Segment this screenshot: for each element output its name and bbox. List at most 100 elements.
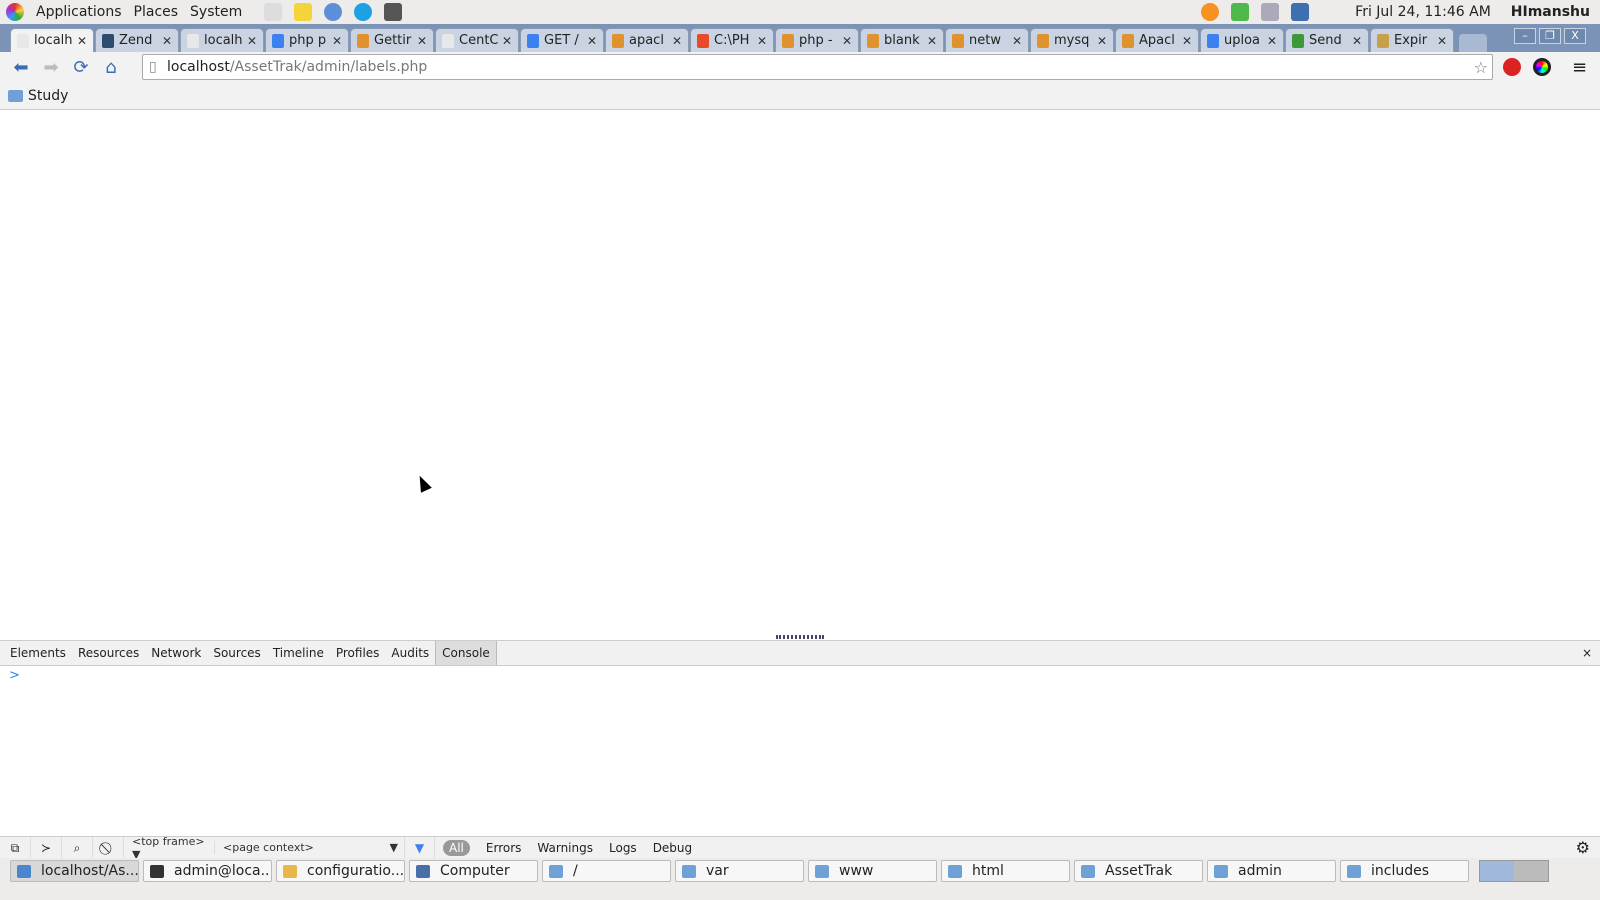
color-picker-extension-icon[interactable] xyxy=(1533,58,1551,76)
dock-icon[interactable]: ⧉ xyxy=(0,836,31,859)
close-tab-icon[interactable]: ✕ xyxy=(1437,34,1447,48)
close-tab-icon[interactable]: ✕ xyxy=(247,34,257,48)
frame-select[interactable]: <top frame> ▼ xyxy=(124,835,214,861)
clock[interactable]: Fri Jul 24, 11:46 AM xyxy=(1355,4,1491,20)
close-tab-icon[interactable]: ✕ xyxy=(1012,34,1022,48)
taskbar-item[interactable]: configuratio... xyxy=(276,860,405,882)
back-button[interactable]: ⬅ xyxy=(6,57,36,78)
devtools-tab-sources[interactable]: Sources xyxy=(207,641,266,665)
browser-tab[interactable]: blank ✕ xyxy=(860,28,944,52)
gnome-foot-icon[interactable] xyxy=(6,3,24,21)
filter-errors[interactable]: Errors xyxy=(478,841,530,855)
bookmark-star-icon[interactable]: ☆ xyxy=(1474,58,1488,77)
network-icon[interactable] xyxy=(1291,3,1310,21)
menu-system[interactable]: System xyxy=(184,4,248,20)
browser-tab[interactable]: uploa ✕ xyxy=(1200,28,1284,52)
menu-applications[interactable]: Applications xyxy=(30,4,128,20)
devtools-tab-network[interactable]: Network xyxy=(145,641,207,665)
close-tab-icon[interactable]: ✕ xyxy=(587,34,597,48)
browser-tab[interactable]: CentC ✕ xyxy=(435,28,519,52)
filter-all[interactable]: All xyxy=(443,839,470,856)
browser-tab[interactable]: netw ✕ xyxy=(945,28,1029,52)
settings-gear-icon[interactable]: ⚙ xyxy=(1576,838,1590,857)
bookmark-study[interactable]: Study xyxy=(28,88,68,104)
devtools-resize-handle[interactable] xyxy=(776,635,824,639)
adblock-icon[interactable] xyxy=(1503,58,1521,76)
close-window-button[interactable]: X xyxy=(1564,28,1586,44)
close-tab-icon[interactable]: ✕ xyxy=(1267,34,1277,48)
mail-clock-icon[interactable] xyxy=(264,3,283,21)
skype-icon[interactable] xyxy=(354,3,373,21)
new-tab-button[interactable] xyxy=(1459,34,1487,52)
taskbar-item[interactable]: admin xyxy=(1207,860,1336,882)
close-tab-icon[interactable]: ✕ xyxy=(162,34,172,48)
check-icon[interactable] xyxy=(1231,3,1250,21)
devtools-tab-elements[interactable]: Elements xyxy=(4,641,72,665)
filter-debug[interactable]: Debug xyxy=(645,841,700,855)
browser-tab[interactable]: Expir ✕ xyxy=(1370,28,1454,52)
close-tab-icon[interactable]: ✕ xyxy=(502,34,512,48)
close-tab-icon[interactable]: ✕ xyxy=(332,34,342,48)
close-tab-icon[interactable]: ✕ xyxy=(1182,34,1192,48)
home-button[interactable]: ⌂ xyxy=(96,57,126,78)
search-icon[interactable]: ⌕ xyxy=(62,836,93,859)
console-prompt[interactable]: > xyxy=(9,668,20,683)
close-tab-icon[interactable]: ✕ xyxy=(927,34,937,48)
reload-button[interactable]: ⟳ xyxy=(66,57,96,78)
close-tab-icon[interactable]: ✕ xyxy=(1097,34,1107,48)
notes-icon[interactable] xyxy=(294,3,313,21)
browser-tab[interactable]: Send ✕ xyxy=(1285,28,1369,52)
calculator-icon[interactable] xyxy=(384,3,403,21)
forward-button[interactable]: ➡ xyxy=(36,57,66,78)
browser-tab[interactable]: localh ✕ xyxy=(180,28,264,52)
close-tab-icon[interactable]: ✕ xyxy=(842,34,852,48)
taskbar-item[interactable]: admin@loca... xyxy=(143,860,272,882)
taskbar-item[interactable]: Computer xyxy=(409,860,538,882)
browser-tab[interactable]: localh ✕ xyxy=(10,28,94,52)
browser-tab[interactable]: apacl ✕ xyxy=(605,28,689,52)
devtools-tab-audits[interactable]: Audits xyxy=(385,641,435,665)
user-name[interactable]: HImanshu xyxy=(1511,4,1590,20)
browser-tab[interactable]: php - ✕ xyxy=(775,28,859,52)
close-tab-icon[interactable]: ✕ xyxy=(757,34,767,48)
browser-tab[interactable]: C:\PH ✕ xyxy=(690,28,774,52)
taskbar-item[interactable]: localhost/As... xyxy=(10,860,139,882)
menu-places[interactable]: Places xyxy=(128,4,185,20)
browser-tab[interactable]: Zend ✕ xyxy=(95,28,179,52)
console-panel[interactable]: > xyxy=(0,666,1600,836)
browser-tab[interactable]: Gettir ✕ xyxy=(350,28,434,52)
close-tab-icon[interactable]: ✕ xyxy=(417,34,427,48)
taskbar-item[interactable]: AssetTrak xyxy=(1074,860,1203,882)
clear-console-icon[interactable]: ⃠ xyxy=(93,836,124,859)
browser-tab[interactable]: Apacl ✕ xyxy=(1115,28,1199,52)
devtools-tab-resources[interactable]: Resources xyxy=(72,641,145,665)
taskbar-item[interactable]: var xyxy=(675,860,804,882)
devtools-tab-console[interactable]: Console xyxy=(435,641,497,665)
show-drawer-icon[interactable]: ≻ xyxy=(31,836,62,859)
close-tab-icon[interactable]: ✕ xyxy=(672,34,682,48)
taskbar-item[interactable]: includes xyxy=(1340,860,1469,882)
taskbar-item[interactable]: / xyxy=(542,860,671,882)
filter-icon[interactable]: ▼ xyxy=(404,836,435,859)
address-bar[interactable]: ▯ localhost/AssetTrak/admin/labels.php ☆ xyxy=(142,54,1493,80)
minimize-button[interactable]: – xyxy=(1514,28,1536,44)
devtools-tab-timeline[interactable]: Timeline xyxy=(267,641,330,665)
workspace-switcher[interactable] xyxy=(1479,860,1549,882)
context-select[interactable]: <page context> ▼ xyxy=(214,841,404,854)
browser-tab[interactable]: mysq ✕ xyxy=(1030,28,1114,52)
chromium-icon[interactable] xyxy=(324,3,343,21)
browser-tab[interactable]: GET / ✕ xyxy=(520,28,604,52)
taskbar-item[interactable]: www xyxy=(808,860,937,882)
close-devtools-button[interactable]: × xyxy=(1582,646,1592,660)
close-tab-icon[interactable]: ✕ xyxy=(77,34,87,48)
update-icon[interactable] xyxy=(1201,3,1220,21)
restore-button[interactable]: ❐ xyxy=(1539,28,1561,44)
filter-warnings[interactable]: Warnings xyxy=(529,841,601,855)
browser-tab[interactable]: php p ✕ xyxy=(265,28,349,52)
volume-icon[interactable] xyxy=(1261,3,1280,21)
devtools-tab-profiles[interactable]: Profiles xyxy=(330,641,386,665)
menu-icon[interactable]: ≡ xyxy=(1572,57,1587,78)
filter-logs[interactable]: Logs xyxy=(601,841,645,855)
close-tab-icon[interactable]: ✕ xyxy=(1352,34,1362,48)
taskbar-item[interactable]: html xyxy=(941,860,1070,882)
